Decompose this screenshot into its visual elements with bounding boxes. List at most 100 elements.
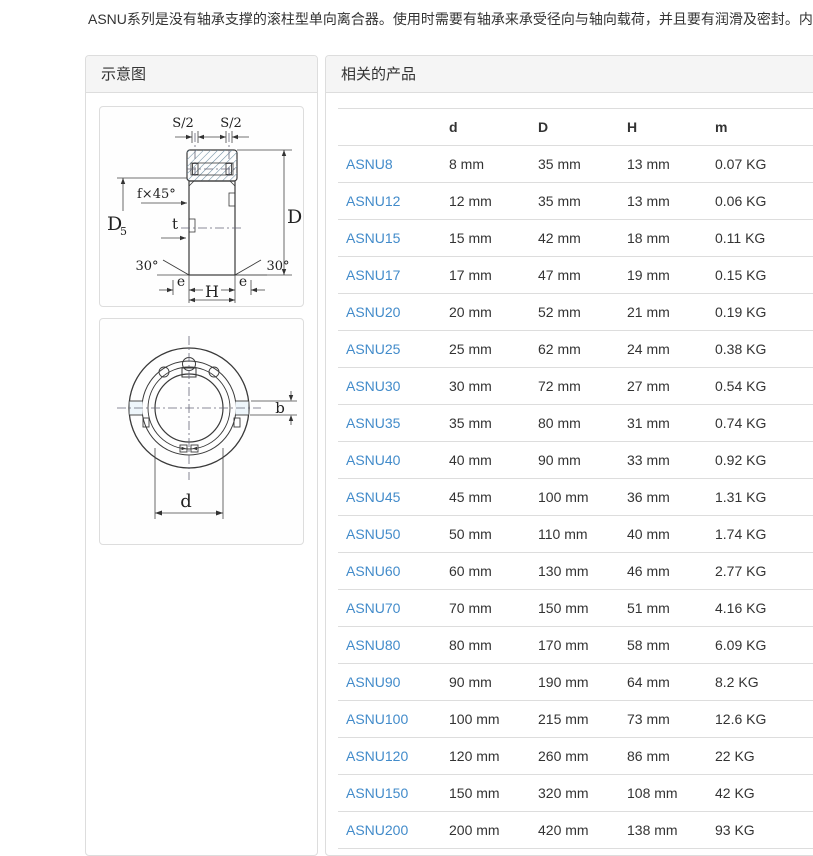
table-row: ASNU2525 mm62 mm24 mm0.38 KG (338, 331, 813, 368)
table-row: ASNU100100 mm215 mm73 mm12.6 KG (338, 701, 813, 738)
table-row: ASNU2020 mm52 mm21 mm0.19 KG (338, 294, 813, 331)
product-d-cell: 40 mm (441, 442, 530, 479)
product-D-cell: 35 mm (530, 183, 619, 220)
product-D-cell: 130 mm (530, 553, 619, 590)
products-table: d D H m ASNU8 8 mm35 mm13 mm0.07 KG ASNU12… (338, 108, 813, 849)
table-row: ASNU4545 mm100 mm36 mm1.31 KG (338, 479, 813, 516)
product-d-cell: 120 mm (441, 738, 530, 775)
table-row: ASNU150150 mm320 mm108 mm42 KG (338, 775, 813, 812)
dim-label-d: d (180, 491, 192, 512)
product-d-cell: 17 mm (441, 257, 530, 294)
product-link[interactable]: ASNU120 (346, 748, 408, 764)
table-row: ASNU8 8 mm35 mm13 mm0.07 KG (338, 146, 813, 183)
product-link[interactable]: ASNU80 (346, 637, 400, 653)
product-m-cell: 1.74 KG (707, 516, 813, 553)
product-H-cell: 24 mm (619, 331, 707, 368)
product-name-cell: ASNU60 (338, 553, 441, 590)
product-H-cell: 21 mm (619, 294, 707, 331)
products-panel: 相关的产品 d D H m ASNU88 mm35 mm13 mm0.07 KG… (325, 55, 813, 856)
product-name-cell: ASNU150 (338, 775, 441, 812)
product-link[interactable]: ASNU100 (346, 711, 408, 727)
product-link[interactable]: ASNU35 (346, 415, 400, 431)
product-name-cell: ASNU35 (338, 405, 441, 442)
diagram-panel: 示意图 (85, 55, 318, 856)
product-m-cell: 12.6 KG (707, 701, 813, 738)
product-d-cell: 90 mm (441, 664, 530, 701)
product-m-cell: 0.15 KG (707, 257, 813, 294)
product-H-cell: 18 mm (619, 220, 707, 257)
dim-label-e-left: e (177, 274, 185, 290)
product-D-cell: 90 mm (530, 442, 619, 479)
product-H-cell: 58 mm (619, 627, 707, 664)
table-row: ASNU3030 mm72 mm27 mm0.54 KG (338, 368, 813, 405)
product-link[interactable]: ASNU90 (346, 674, 400, 690)
product-D-cell: 170 mm (530, 627, 619, 664)
product-link[interactable]: ASNU50 (346, 526, 400, 542)
product-link[interactable]: ASNU200 (346, 822, 408, 838)
product-m-cell: 0.19 KG (707, 294, 813, 331)
product-d-cell: 150 mm (441, 775, 530, 812)
product-m-cell: 1.31 KG (707, 479, 813, 516)
page-description: ASNU系列是没有轴承支撑的滚柱型单向离合器。使用时需要有轴承来承受径向与轴向载… (88, 9, 813, 29)
product-D-cell: 35 mm (530, 146, 619, 183)
product-link[interactable]: ASNU40 (346, 452, 400, 468)
product-H-cell: 51 mm (619, 590, 707, 627)
product-d-cell: 12 mm (441, 183, 530, 220)
dim-label-e-right: e (239, 274, 247, 290)
dim-label-D: D (287, 206, 302, 228)
product-m-cell: 0.07 KG (707, 146, 813, 183)
product-name-cell: ASNU17 (338, 257, 441, 294)
product-D-cell: 42 mm (530, 220, 619, 257)
product-link[interactable]: ASNU20 (346, 304, 400, 320)
product-name-cell: ASNU200 (338, 812, 441, 849)
product-link[interactable]: ASNU12 (346, 193, 400, 209)
col-header-m: m (707, 109, 813, 146)
product-H-cell: 46 mm (619, 553, 707, 590)
table-row: ASNU120120 mm260 mm86 mm22 KG (338, 738, 813, 775)
product-H-cell: 138 mm (619, 812, 707, 849)
table-row: ASNU7070 mm150 mm51 mm4.16 KG (338, 590, 813, 627)
table-header-row: d D H m (338, 109, 813, 146)
product-m-cell: 22 KG (707, 738, 813, 775)
product-link[interactable]: ASNU8 (346, 156, 393, 172)
product-m-cell: 0.54 KG (707, 368, 813, 405)
product-D-cell: 72 mm (530, 368, 619, 405)
product-D-cell: 420 mm (530, 812, 619, 849)
product-name-cell: ASNU20 (338, 294, 441, 331)
product-H-cell: 73 mm (619, 701, 707, 738)
table-row: ASNU9090 mm190 mm64 mm8.2 KG (338, 664, 813, 701)
product-d-cell: 45 mm (441, 479, 530, 516)
table-row: ASNU6060 mm130 mm46 mm2.77 KG (338, 553, 813, 590)
dim-label-t: t (172, 215, 178, 233)
product-D-cell: 62 mm (530, 331, 619, 368)
product-d-cell: 8 mm (441, 146, 530, 183)
product-link[interactable]: ASNU25 (346, 341, 400, 357)
product-m-cell: 0.11 KG (707, 220, 813, 257)
diagram-panel-title: 示意图 (86, 56, 317, 93)
product-link[interactable]: ASNU60 (346, 563, 400, 579)
product-m-cell: 0.92 KG (707, 442, 813, 479)
product-H-cell: 108 mm (619, 775, 707, 812)
product-link[interactable]: ASNU70 (346, 600, 400, 616)
product-link[interactable]: ASNU150 (346, 785, 408, 801)
product-link[interactable]: ASNU45 (346, 489, 400, 505)
dim-label-s2-right: S/2 (220, 116, 242, 131)
product-name-cell: ASNU8 (338, 146, 441, 183)
product-name-cell: ASNU80 (338, 627, 441, 664)
product-name-cell: ASNU30 (338, 368, 441, 405)
table-row: ASNU1212 mm35 mm13 mm0.06 KG (338, 183, 813, 220)
product-link[interactable]: ASNU30 (346, 378, 400, 394)
product-H-cell: 13 mm (619, 146, 707, 183)
table-row: ASNU1515 mm42 mm18 mm0.11 KG (338, 220, 813, 257)
table-row: ASNU3535 mm80 mm31 mm0.74 KG (338, 405, 813, 442)
product-H-cell: 64 mm (619, 664, 707, 701)
product-D-cell: 320 mm (530, 775, 619, 812)
col-header-d: d (441, 109, 530, 146)
product-name-cell: ASNU25 (338, 331, 441, 368)
product-d-cell: 50 mm (441, 516, 530, 553)
product-D-cell: 52 mm (530, 294, 619, 331)
product-D-cell: 47 mm (530, 257, 619, 294)
product-name-cell: ASNU45 (338, 479, 441, 516)
product-link[interactable]: ASNU15 (346, 230, 400, 246)
product-link[interactable]: ASNU17 (346, 267, 400, 283)
